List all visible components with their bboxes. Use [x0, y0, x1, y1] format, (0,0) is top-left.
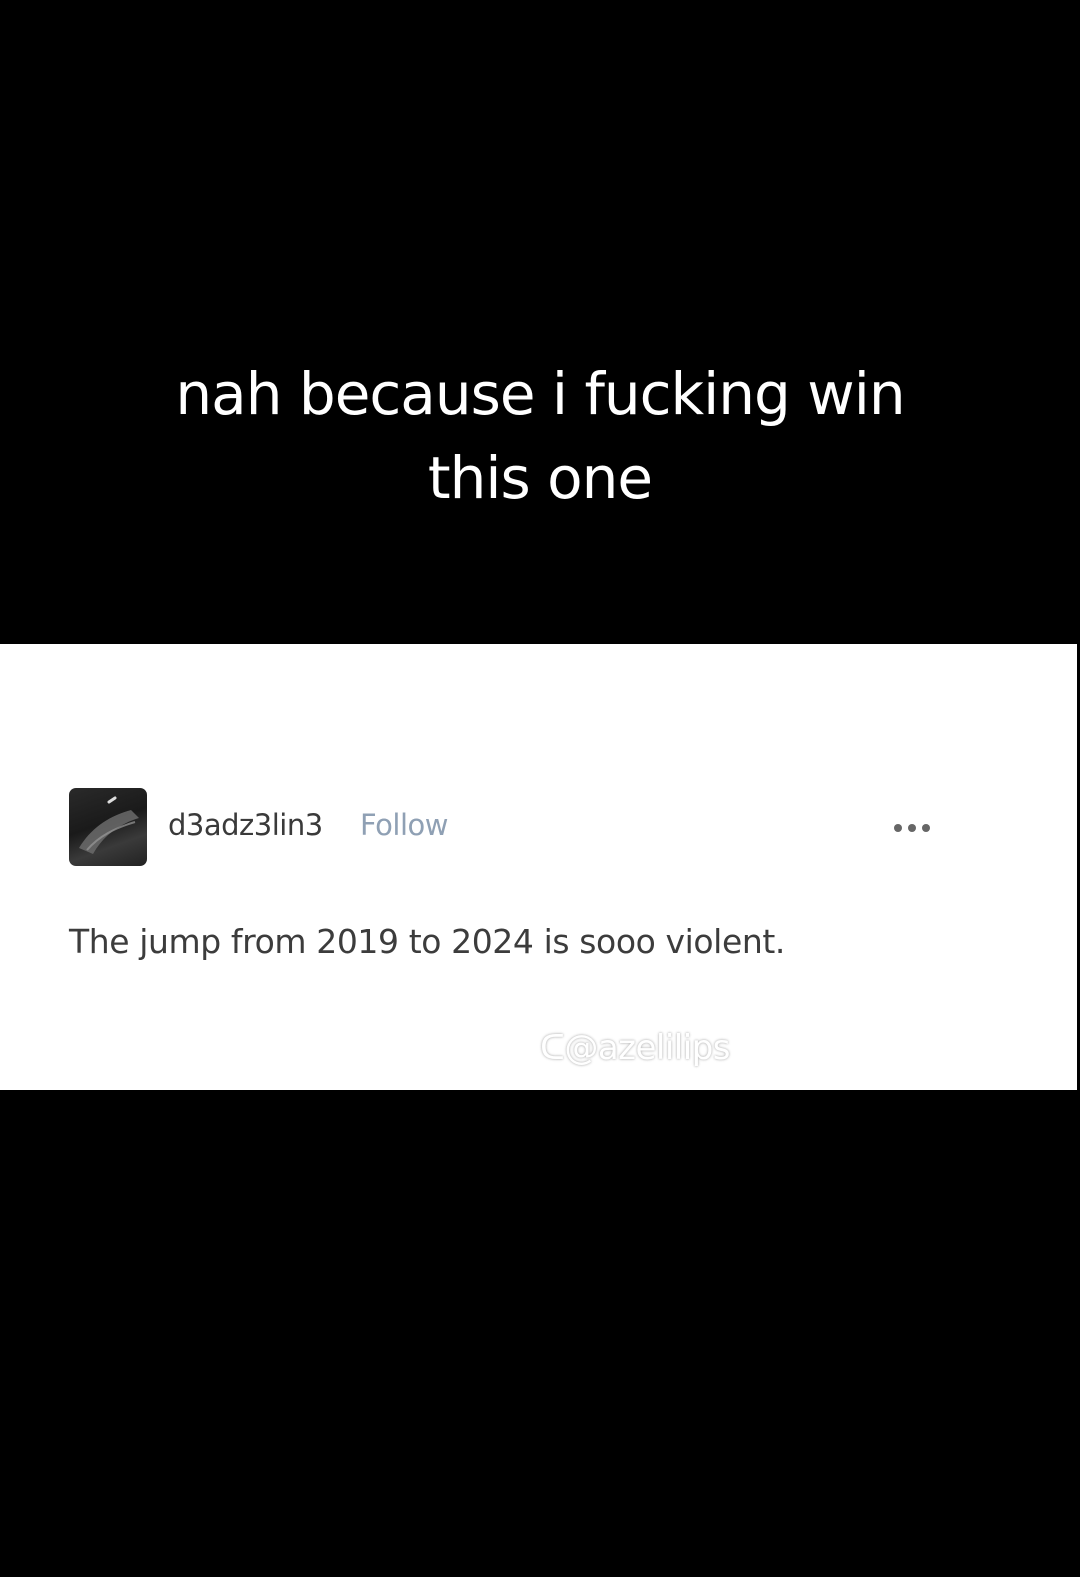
post-body-text: The jump from 2019 to 2024 is sooo viole…	[69, 922, 785, 961]
ellipsis-icon[interactable]	[891, 821, 933, 835]
caption-text: nah because i fucking win this one	[0, 352, 1080, 520]
avatar[interactable]	[69, 788, 147, 866]
watermark: ᑕ@azelilips	[540, 1028, 731, 1068]
username[interactable]: d3adz3lin3	[168, 808, 323, 842]
caption-line-2: this one	[427, 444, 653, 512]
avatar-image	[79, 796, 139, 854]
follow-button[interactable]: Follow	[360, 808, 448, 842]
post-card: d3adz3lin3 Follow The jump from 2019 to …	[0, 644, 1077, 1090]
caption-line-1: nah because i fucking win	[175, 360, 905, 428]
post-header: d3adz3lin3 Follow	[69, 788, 939, 866]
